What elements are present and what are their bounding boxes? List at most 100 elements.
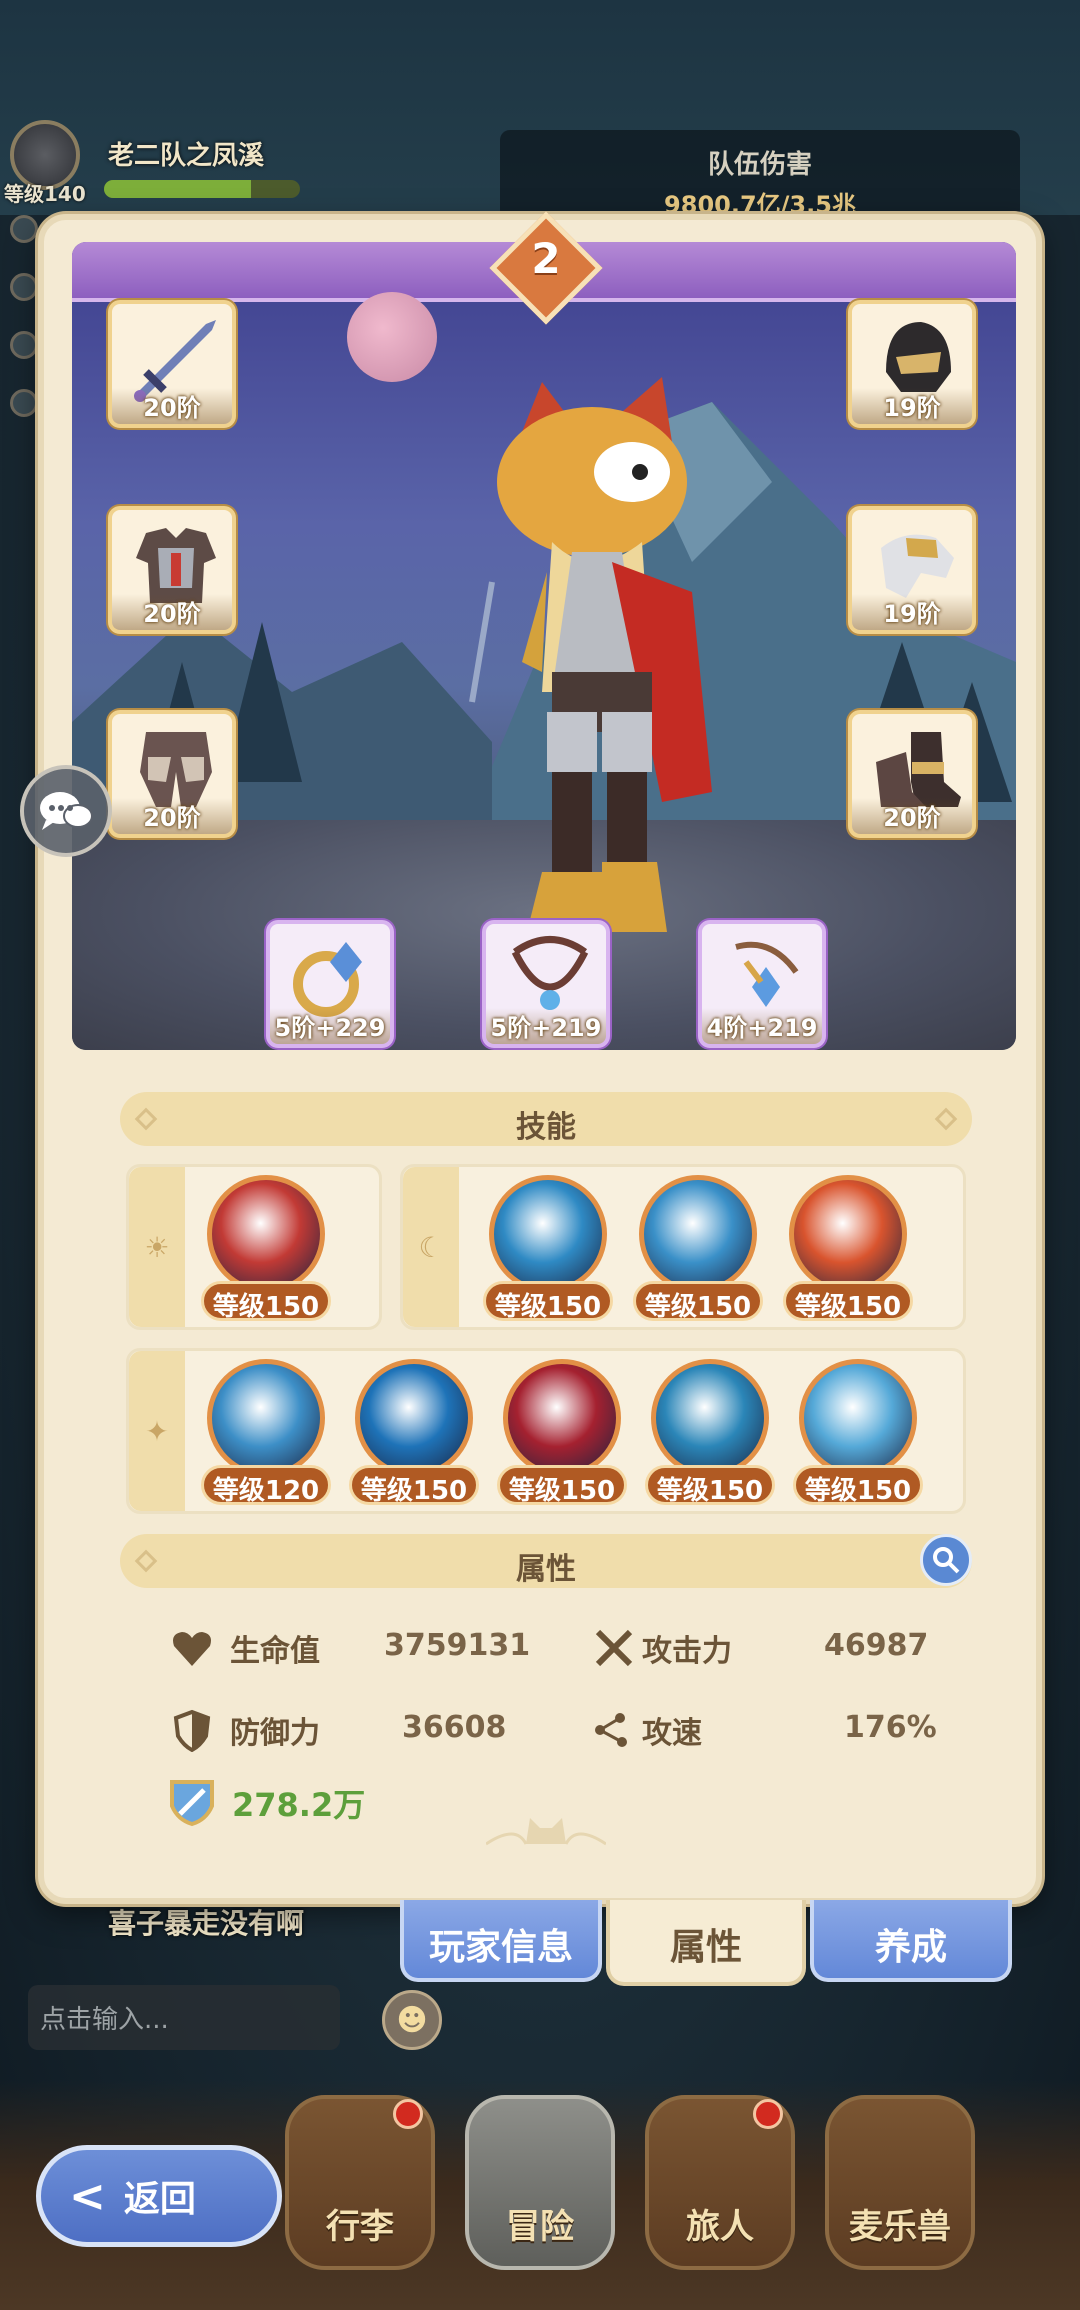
skill-level: 等级120 [201,1465,331,1506]
notification-dot [753,2099,783,2129]
equip-slot-armor[interactable]: 20阶+229 [108,506,236,634]
equip-level: 20阶+229 [112,594,232,630]
skill-icon [207,1359,325,1477]
attribute-detail-button[interactable] [920,1534,972,1586]
equip-slot-boots[interactable]: 20阶+219 [848,710,976,838]
diamond-ornament-icon [134,1107,158,1131]
attributes-title: 属性 [516,1552,576,1587]
tab-attributes[interactable]: 属性 [606,1900,806,1986]
skill-icon [651,1359,769,1477]
skill-slot[interactable]: 等级150 [793,1359,923,1509]
side-rank-list [10,215,38,447]
nav-label: 冒险 [506,2207,574,2247]
heart-icon [173,1632,211,1666]
player-name: 老二队之凤溪 [108,141,265,171]
crossed-swords-icon [595,1629,633,1667]
attributes-section-header: 属性 [120,1534,972,1588]
nav-item-travelers[interactable]: 旅人 [645,2095,795,2270]
nav-item-adventure[interactable]: 冒险 [465,2095,615,2270]
skill-level: 等级150 [645,1465,775,1506]
skill-slot[interactable]: 等级150 [645,1359,775,1509]
combat-power-icon [170,1780,214,1827]
team-damage-box: 队伍伤害 9800.7亿/3.5兆 [500,130,1020,220]
skill-slot[interactable]: 等级120 [201,1359,331,1509]
equip-slot-charm[interactable]: 4阶+219 [698,920,826,1048]
skill-level: 等级150 [783,1281,913,1322]
skills-section-header: 技能 [120,1092,972,1146]
rank-number: 2 [531,234,561,283]
chat-input[interactable]: 点击输入... [28,1985,340,2050]
equip-slot-necklace[interactable]: 5阶+219 [482,920,610,1048]
skill-icon [639,1175,757,1293]
player-xp-fill [104,180,251,198]
back-arrow-icon: < [69,2170,106,2222]
side-rank-icon [10,273,38,301]
nav-label: 旅人 [686,2207,754,2247]
star-icon: ✦ [129,1351,185,1511]
equip-level: 4阶+219 [702,1008,822,1044]
equip-level: 20阶+229 [112,388,232,424]
side-rank-icon [10,331,38,359]
defense-label: 防御力 [230,1716,320,1751]
sun-icon: ☀ [129,1167,185,1327]
cat-ornament-icon [486,1818,606,1846]
skill-level: 等级150 [201,1281,331,1322]
attack-label: 攻击力 [642,1634,732,1669]
notification-dot [393,2099,423,2129]
chat-bubble-button[interactable] [20,765,112,857]
hp-value: 3759131 [384,1628,531,1663]
magnifier-icon [933,1547,960,1574]
skill-level: 等级150 [793,1465,923,1506]
skill-slot[interactable]: 等级150 [201,1175,331,1325]
smiley-icon: ☻ [396,2002,428,2038]
nav-item-luggage[interactable]: 行李 [285,2095,435,2270]
equip-level: 19阶+229 [852,594,972,630]
defense-value: 36608 [402,1710,507,1745]
speed-value: 176% [844,1710,937,1745]
equip-slot-gauntlets[interactable]: 19阶+229 [848,506,976,634]
side-rank-icon [10,389,38,417]
equip-level: 20阶+219 [852,798,972,834]
nav-item-pets[interactable]: 麦乐兽 [825,2095,975,2270]
skill-slot[interactable]: 等级150 [633,1175,763,1325]
skill-level: 等级150 [483,1281,613,1322]
skill-icon [799,1359,917,1477]
player-level: 等级140 [4,182,86,206]
skill-slot[interactable]: 等级150 [349,1359,479,1509]
skill-level: 等级150 [349,1465,479,1506]
equip-slot-weapon[interactable]: 20阶+229 [108,300,236,428]
skill-icon [503,1359,621,1477]
skill-slot[interactable]: 等级150 [483,1175,613,1325]
tab-training[interactable]: 养成 [810,1900,1012,1982]
combat-power-value: 278.2万 [232,1786,366,1824]
skill-slot[interactable]: 等级150 [783,1175,913,1325]
equip-slot-helmet[interactable]: 19阶+229 [848,300,976,428]
skill-row-star: ✦ 等级120 等级150 等级150 等级150 等级150 [126,1348,966,1514]
team-damage-title: 队伍伤害 [707,150,812,180]
skills-title: 技能 [516,1110,576,1145]
skill-icon [789,1175,907,1293]
character-detail-panel: 2 20阶+229 20阶+229 20阶+224 19阶+229 [38,211,1042,1904]
skill-row-moon: ☾ 等级150 等级150 等级150 [400,1164,966,1330]
back-label: 返回 [123,2179,196,2220]
skill-level: 等级150 [497,1465,627,1506]
equip-level: 5阶+229 [270,1008,390,1044]
equip-slot-ring[interactable]: 5阶+229 [266,920,394,1048]
attack-speed-icon [595,1713,627,1747]
chat-icon [40,792,93,830]
skill-icon [489,1175,607,1293]
tab-player-info[interactable]: 玩家信息 [400,1900,602,1982]
skill-icon [207,1175,325,1293]
hero-character [469,377,712,932]
emoji-button[interactable]: ☻ [382,1990,442,2050]
chat-sender-name: 喜子暴走没有啊 [108,1907,305,1940]
skill-slot[interactable]: 等级150 [497,1359,627,1509]
back-button[interactable]: < 返回 [36,2145,282,2247]
diamond-ornament-icon [134,1549,158,1573]
skill-row-sun: ☀ 等级150 [126,1164,382,1330]
moon-icon: ☾ [403,1167,459,1327]
equip-slot-pants[interactable]: 20阶+224 [108,710,236,838]
nav-label: 行李 [326,2207,394,2247]
equip-level: 5阶+219 [486,1008,606,1044]
attack-value: 46987 [824,1628,929,1663]
